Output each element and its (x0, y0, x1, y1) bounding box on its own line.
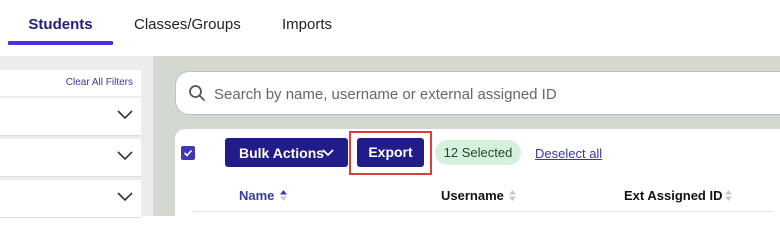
chevron-down-icon (322, 149, 334, 157)
tab-students[interactable]: Students (8, 0, 113, 46)
chevron-down-icon (117, 192, 133, 202)
filter-sidebar: Clear All Filters (0, 56, 153, 218)
column-header-label: Username (441, 188, 504, 203)
bulk-actions-button[interactable]: Bulk Actions (225, 138, 348, 167)
sort-ascending-icon (280, 190, 287, 201)
table-header-divider (193, 211, 773, 212)
tab-bar: Students Classes/Groups Imports (0, 0, 780, 56)
sort-icon (509, 190, 516, 201)
filters-header: Clear All Filters (0, 70, 141, 96)
deselect-all-link[interactable]: Deselect all (535, 146, 602, 161)
search-input[interactable] (212, 80, 776, 108)
sort-icon (725, 190, 732, 201)
export-button[interactable]: Export (357, 138, 424, 167)
tab-classes-groups[interactable]: Classes/Groups (134, 0, 241, 46)
search-bar (175, 71, 780, 115)
checkmark-icon (183, 149, 193, 157)
column-header-name[interactable]: Name (239, 188, 287, 203)
column-header-ext-assigned-id[interactable]: Ext Assigned ID (624, 188, 732, 203)
tab-imports[interactable]: Imports (282, 0, 332, 46)
chevron-down-icon (117, 151, 133, 161)
column-header-label: Ext Assigned ID (624, 188, 723, 203)
clear-all-filters-link[interactable]: Clear All Filters (66, 77, 133, 88)
filter-row[interactable] (0, 180, 141, 218)
column-header-username[interactable]: Username (441, 188, 516, 203)
bulk-actions-label: Bulk Actions (239, 145, 325, 161)
active-tab-indicator (8, 41, 113, 45)
selected-count-badge: 12 Selected (435, 140, 521, 165)
chevron-down-icon (117, 110, 133, 120)
filter-row[interactable] (0, 98, 141, 136)
column-header-label: Name (239, 188, 275, 203)
filter-row[interactable] (0, 139, 141, 177)
search-icon (189, 85, 205, 101)
select-all-checkbox[interactable] (181, 146, 195, 160)
main-content: Bulk Actions Export 12 Selected Deselect… (153, 56, 780, 239)
